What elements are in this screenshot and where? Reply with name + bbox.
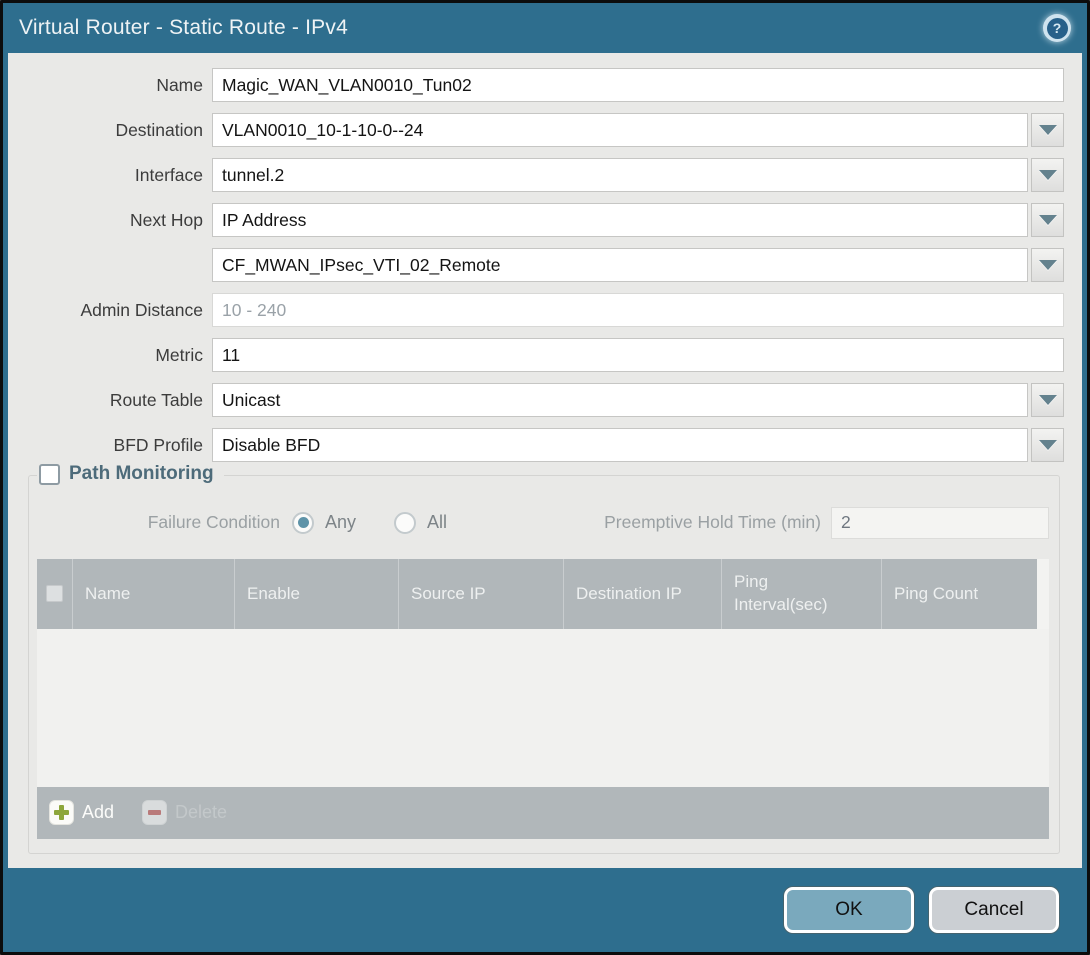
route-table-dropdown-button[interactable] (1031, 383, 1064, 417)
column-header-ping-interval[interactable]: Ping Interval(sec) (722, 559, 882, 629)
failure-condition-all-option[interactable]: All (394, 512, 447, 534)
table-toolbar: Add Delete (37, 787, 1049, 839)
chevron-down-icon (1039, 440, 1057, 450)
help-button[interactable]: ? (1043, 14, 1071, 42)
interface-dropdown-button[interactable] (1031, 158, 1064, 192)
delete-button[interactable]: Delete (142, 800, 227, 825)
radio-any-label: Any (325, 512, 356, 533)
chevron-down-icon (1039, 170, 1057, 180)
help-icon: ? (1047, 18, 1068, 39)
next-hop-address-row: CF_MWAN_IPsec_VTI_02_Remote (22, 248, 1064, 282)
column-select-all[interactable] (37, 559, 73, 629)
route-table-dropdown[interactable]: Unicast (212, 383, 1064, 417)
table-header-row: Name Enable Source IP Destination IP Pin… (37, 559, 1049, 629)
interface-label: Interface (22, 165, 212, 186)
destination-row: Destination VLAN0010_10-1-10-0--24 (22, 113, 1064, 147)
add-plus-icon (49, 800, 74, 825)
bfd-profile-label: BFD Profile (22, 435, 212, 456)
next-hop-type-dropdown-button[interactable] (1031, 203, 1064, 237)
radio-all-label: All (427, 512, 447, 533)
chevron-down-icon (1039, 215, 1057, 225)
add-button[interactable]: Add (49, 800, 114, 825)
failure-condition-row: Failure Condition Any All Preemptive Hol… (37, 505, 1049, 541)
chevron-down-icon (1039, 260, 1057, 270)
destination-label: Destination (22, 120, 212, 141)
route-table-label: Route Table (22, 390, 212, 411)
destination-dropdown[interactable]: VLAN0010_10-1-10-0--24 (212, 113, 1064, 147)
bfd-profile-dropdown-button[interactable] (1031, 428, 1064, 462)
ok-button[interactable]: OK (784, 887, 914, 933)
route-table-row: Route Table Unicast (22, 383, 1064, 417)
interface-dropdown[interactable]: tunnel.2 (212, 158, 1064, 192)
scrollbar-gutter (1037, 559, 1049, 629)
column-header-ping-count[interactable]: Ping Count (882, 559, 1037, 629)
name-input[interactable] (212, 68, 1064, 102)
column-header-enable[interactable]: Enable (235, 559, 399, 629)
destination-dropdown-button[interactable] (1031, 113, 1064, 147)
admin-distance-input[interactable] (212, 293, 1064, 327)
radio-any-icon[interactable] (292, 512, 314, 534)
admin-distance-label: Admin Distance (22, 300, 212, 321)
preemptive-hold-time-input[interactable] (831, 507, 1049, 539)
add-button-label: Add (82, 802, 114, 823)
preemptive-hold-time-label: Preemptive Hold Time (min) (604, 512, 831, 533)
dialog-footer: OK Cancel (3, 868, 1087, 952)
bfd-profile-value: Disable BFD (212, 428, 1028, 462)
admin-distance-row: Admin Distance (22, 293, 1064, 327)
name-label: Name (22, 75, 212, 96)
name-row: Name (22, 68, 1064, 102)
bfd-profile-dropdown[interactable]: Disable BFD (212, 428, 1064, 462)
bfd-profile-row: BFD Profile Disable BFD (22, 428, 1064, 462)
dialog-title: Virtual Router - Static Route - IPv4 (19, 16, 348, 40)
path-monitoring-table: Name Enable Source IP Destination IP Pin… (37, 559, 1049, 839)
table-body-empty (37, 629, 1049, 787)
next-hop-address-value: CF_MWAN_IPsec_VTI_02_Remote (212, 248, 1028, 282)
metric-label: Metric (22, 345, 212, 366)
column-header-destination-ip[interactable]: Destination IP (564, 559, 722, 629)
column-header-source-ip[interactable]: Source IP (399, 559, 564, 629)
radio-all-icon[interactable] (394, 512, 416, 534)
failure-condition-label: Failure Condition (37, 512, 292, 533)
path-monitoring-title: Path Monitoring (69, 463, 214, 485)
next-hop-type-dropdown[interactable]: IP Address (212, 203, 1064, 237)
delete-minus-icon (142, 800, 167, 825)
column-header-name[interactable]: Name (73, 559, 235, 629)
next-hop-address-dropdown[interactable]: CF_MWAN_IPsec_VTI_02_Remote (212, 248, 1064, 282)
destination-value: VLAN0010_10-1-10-0--24 (212, 113, 1028, 147)
path-monitoring-legend: Path Monitoring (37, 463, 224, 485)
route-table-value: Unicast (212, 383, 1028, 417)
chevron-down-icon (1039, 395, 1057, 405)
static-route-dialog: Virtual Router - Static Route - IPv4 ? N… (0, 0, 1090, 955)
select-all-checkbox[interactable] (46, 585, 63, 602)
path-monitoring-section: Path Monitoring Failure Condition Any Al… (28, 475, 1060, 854)
metric-input[interactable] (212, 338, 1064, 372)
interface-row: Interface tunnel.2 (22, 158, 1064, 192)
failure-condition-any-option[interactable]: Any (292, 512, 356, 534)
interface-value: tunnel.2 (212, 158, 1028, 192)
next-hop-address-dropdown-button[interactable] (1031, 248, 1064, 282)
delete-button-label: Delete (175, 802, 227, 823)
dialog-content: Name Destination VLAN0010_10-1-10-0--24 … (8, 53, 1082, 868)
metric-row: Metric (22, 338, 1064, 372)
cancel-button[interactable]: Cancel (929, 887, 1059, 933)
next-hop-label: Next Hop (22, 210, 212, 231)
path-monitoring-checkbox[interactable] (39, 464, 60, 485)
next-hop-row: Next Hop IP Address (22, 203, 1064, 237)
dialog-titlebar: Virtual Router - Static Route - IPv4 ? (3, 3, 1087, 53)
chevron-down-icon (1039, 125, 1057, 135)
next-hop-type-value: IP Address (212, 203, 1028, 237)
